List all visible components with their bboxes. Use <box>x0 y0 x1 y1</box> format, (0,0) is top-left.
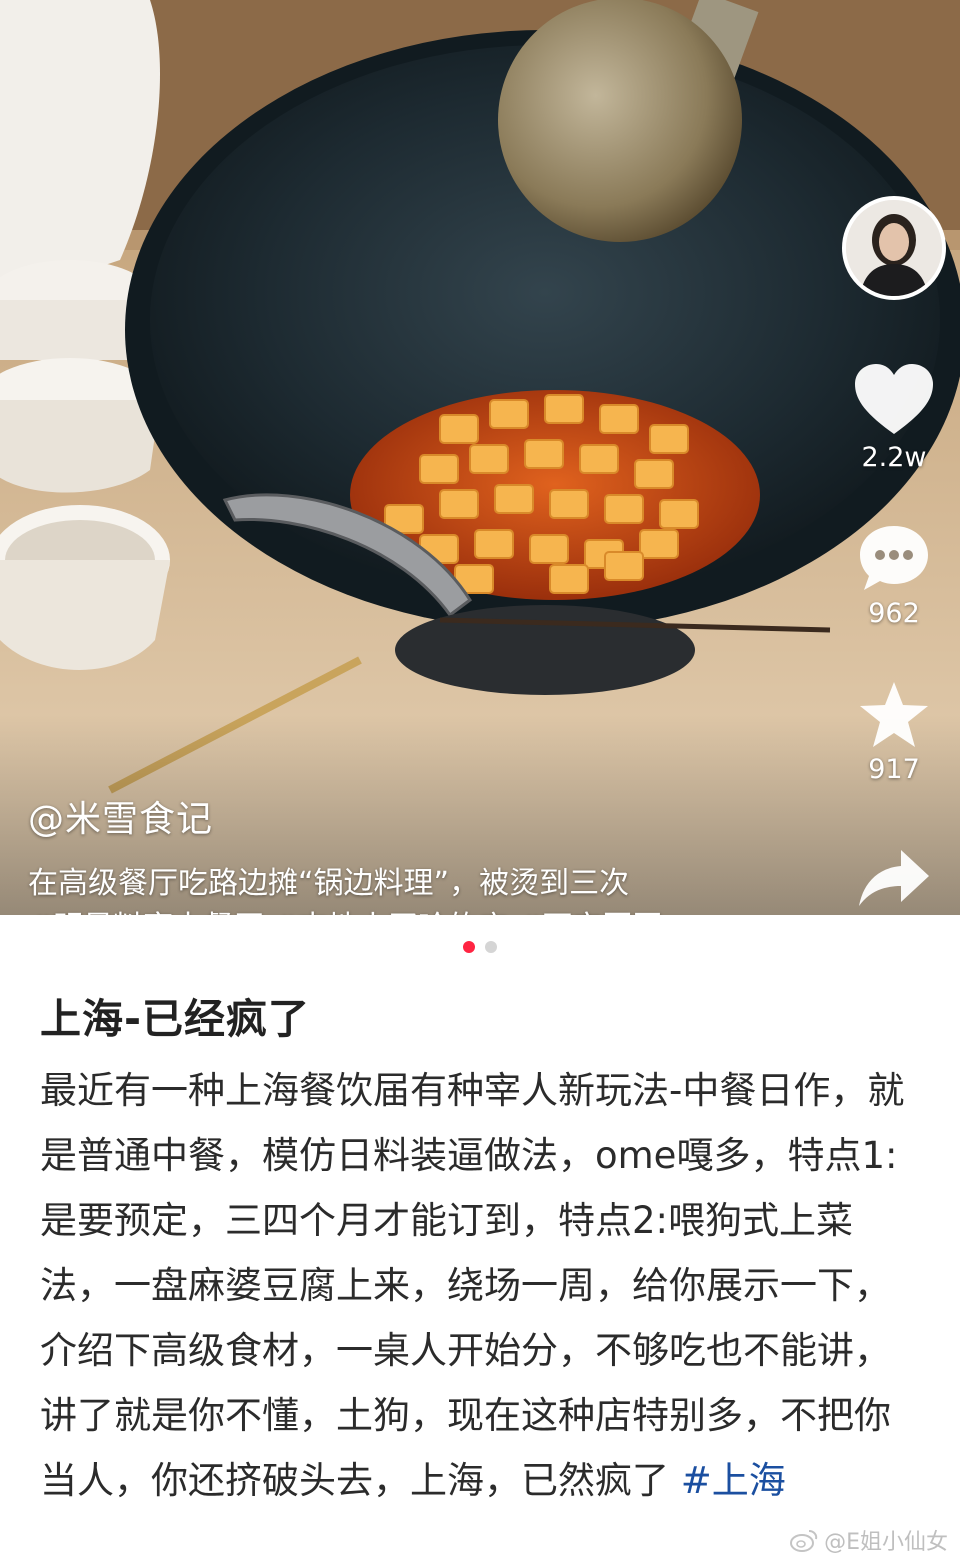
carousel-dot[interactable] <box>485 941 497 953</box>
heart-icon <box>855 364 933 434</box>
carousel-indicator <box>0 941 960 953</box>
comment-button[interactable]: 962 <box>846 522 942 629</box>
post-body: 最近有一种上海餐饮届有种宰人新玩法-中餐日作，就是普通中餐，模仿日料装逼做法，o… <box>40 1058 920 1513</box>
video-caption: 在高级餐厅吃路边摊“锅边料理”，被烫到三次 <box>28 866 630 901</box>
comment-bubble-icon <box>860 526 928 590</box>
author-handle[interactable]: @米雪食记 <box>28 790 213 842</box>
watermark-text: @E姐小仙女 <box>824 1530 948 1555</box>
food-photo <box>0 0 960 915</box>
author-avatar[interactable] <box>842 196 946 300</box>
post-hashtag[interactable]: #上海 <box>681 1459 786 1502</box>
video-hashtags[interactable]: #明星料亭中餐厅 #吉地小买哈的店 #西安回国 <box>28 902 662 915</box>
comment-count: 962 <box>868 598 920 629</box>
post-page: 2.2w 962 917 @米雪食记 在高级餐厅吃路边摊“锅边料理”，被烫到三次… <box>0 0 960 1567</box>
share-button[interactable] <box>846 848 942 908</box>
star-icon <box>860 682 928 747</box>
favorite-count: 917 <box>868 754 920 785</box>
weibo-watermark: @E姐小仙女 <box>790 1524 948 1556</box>
carousel-dot-active[interactable] <box>463 941 475 953</box>
like-button[interactable]: 2.2w <box>846 362 942 473</box>
favorite-button[interactable]: 917 <box>846 680 942 785</box>
post-body-text: 最近有一种上海餐饮届有种宰人新玩法-中餐日作，就是普通中餐，模仿日料装逼做法，o… <box>40 1069 905 1502</box>
video-player[interactable]: 2.2w 962 917 @米雪食记 在高级餐厅吃路边摊“锅边料理”，被烫到三次 <box>0 0 960 915</box>
avatar-portrait <box>846 200 942 296</box>
weibo-logo-icon <box>790 1530 818 1552</box>
post-title: 上海-已经疯了 <box>40 995 311 1043</box>
share-arrow-icon <box>859 850 929 906</box>
like-count: 2.2w <box>861 442 927 473</box>
